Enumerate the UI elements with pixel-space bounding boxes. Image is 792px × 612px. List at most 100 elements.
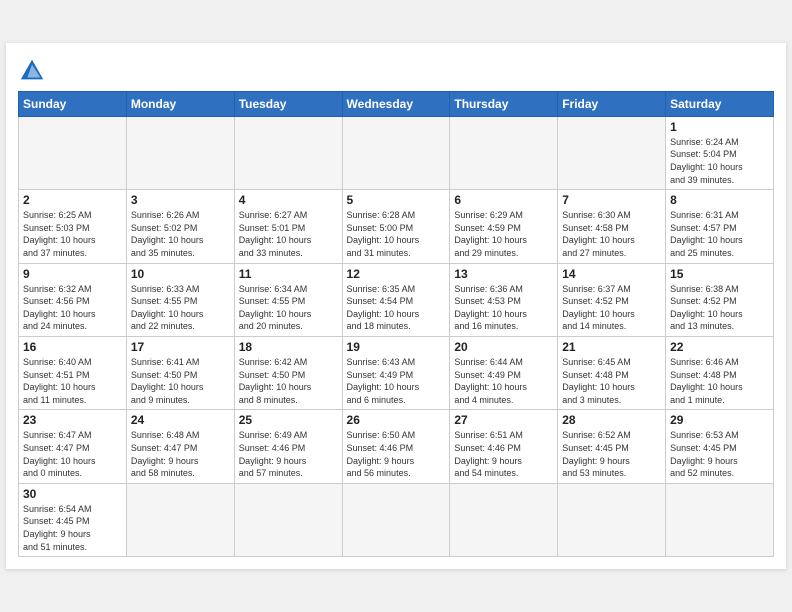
calendar-cell: [126, 483, 234, 556]
calendar-cell: 18 Sunrise: 6:42 AM Sunset: 4:50 PM Dayli…: [234, 337, 342, 410]
day-info: Sunrise: 6:24 AM Sunset: 5:04 PM Dayligh…: [670, 136, 769, 186]
day-number: 26: [347, 413, 446, 427]
day-number: 15: [670, 267, 769, 281]
logo: [18, 53, 50, 85]
day-info: Sunrise: 6:47 AM Sunset: 4:47 PM Dayligh…: [23, 429, 122, 479]
calendar-cell: [234, 483, 342, 556]
calendar-cell: 10 Sunrise: 6:33 AM Sunset: 4:55 PM Dayli…: [126, 263, 234, 336]
day-info: Sunrise: 6:32 AM Sunset: 4:56 PM Dayligh…: [23, 283, 122, 333]
calendar-cell: 15 Sunrise: 6:38 AM Sunset: 4:52 PM Dayli…: [666, 263, 774, 336]
calendar-cell: 23Sunrise: 6:47 AM Sunset: 4:47 PM Dayli…: [19, 410, 127, 483]
calendar-cell: 28 Sunrise: 6:52 AM Sunset: 4:45 PM Dayli…: [558, 410, 666, 483]
day-info: Sunrise: 6:53 AM Sunset: 4:45 PM Dayligh…: [670, 429, 769, 479]
calendar-cell: 21 Sunrise: 6:45 AM Sunset: 4:48 PM Dayli…: [558, 337, 666, 410]
calendar-cell: [666, 483, 774, 556]
calendar-week-row: 1 Sunrise: 6:24 AM Sunset: 5:04 PM Daylig…: [19, 116, 774, 189]
day-number: 24: [131, 413, 230, 427]
day-number: 19: [347, 340, 446, 354]
day-info: Sunrise: 6:33 AM Sunset: 4:55 PM Dayligh…: [131, 283, 230, 333]
day-info: Sunrise: 6:26 AM Sunset: 5:02 PM Dayligh…: [131, 209, 230, 259]
calendar-week-row: 16 Sunrise: 6:40 AM Sunset: 4:51 PM Dayli…: [19, 337, 774, 410]
day-info: Sunrise: 6:38 AM Sunset: 4:52 PM Dayligh…: [670, 283, 769, 333]
day-info: Sunrise: 6:42 AM Sunset: 4:50 PM Dayligh…: [239, 356, 338, 406]
calendar-header: [18, 53, 774, 85]
calendar-week-row: 23Sunrise: 6:47 AM Sunset: 4:47 PM Dayli…: [19, 410, 774, 483]
day-number: 5: [347, 193, 446, 207]
day-info: Sunrise: 6:52 AM Sunset: 4:45 PM Dayligh…: [562, 429, 661, 479]
calendar-cell: 22Sunrise: 6:46 AM Sunset: 4:48 PM Dayli…: [666, 337, 774, 410]
day-number: 10: [131, 267, 230, 281]
weekday-header-sunday: Sunday: [19, 91, 127, 116]
day-number: 30: [23, 487, 122, 501]
calendar-cell: 14 Sunrise: 6:37 AM Sunset: 4:52 PM Dayli…: [558, 263, 666, 336]
day-number: 22: [670, 340, 769, 354]
day-number: 27: [454, 413, 553, 427]
day-info: Sunrise: 6:40 AM Sunset: 4:51 PM Dayligh…: [23, 356, 122, 406]
calendar-cell: [234, 116, 342, 189]
calendar-cell: 5 Sunrise: 6:28 AM Sunset: 5:00 PM Daylig…: [342, 190, 450, 263]
day-info: Sunrise: 6:29 AM Sunset: 4:59 PM Dayligh…: [454, 209, 553, 259]
day-info: Sunrise: 6:31 AM Sunset: 4:57 PM Dayligh…: [670, 209, 769, 259]
day-number: 16: [23, 340, 122, 354]
calendar-cell: [558, 116, 666, 189]
day-number: 25: [239, 413, 338, 427]
calendar-cell: 27 Sunrise: 6:51 AM Sunset: 4:46 PM Dayli…: [450, 410, 558, 483]
weekday-header-thursday: Thursday: [450, 91, 558, 116]
calendar-cell: [342, 116, 450, 189]
calendar-cell: [450, 483, 558, 556]
calendar-body: 1 Sunrise: 6:24 AM Sunset: 5:04 PM Daylig…: [19, 116, 774, 556]
calendar-cell: 12 Sunrise: 6:35 AM Sunset: 4:54 PM Dayli…: [342, 263, 450, 336]
calendar-cell: 8Sunrise: 6:31 AM Sunset: 4:57 PM Daylig…: [666, 190, 774, 263]
weekday-header-friday: Friday: [558, 91, 666, 116]
day-number: 9: [23, 267, 122, 281]
day-number: 14: [562, 267, 661, 281]
day-info: Sunrise: 6:28 AM Sunset: 5:00 PM Dayligh…: [347, 209, 446, 259]
calendar-cell: 9 Sunrise: 6:32 AM Sunset: 4:56 PM Daylig…: [19, 263, 127, 336]
calendar-cell: [19, 116, 127, 189]
day-info: Sunrise: 6:27 AM Sunset: 5:01 PM Dayligh…: [239, 209, 338, 259]
day-info: Sunrise: 6:45 AM Sunset: 4:48 PM Dayligh…: [562, 356, 661, 406]
calendar-week-row: 2 Sunrise: 6:25 AM Sunset: 5:03 PM Daylig…: [19, 190, 774, 263]
day-number: 12: [347, 267, 446, 281]
day-number: 28: [562, 413, 661, 427]
calendar-cell: [450, 116, 558, 189]
day-info: Sunrise: 6:49 AM Sunset: 4:46 PM Dayligh…: [239, 429, 338, 479]
calendar-cell: 29Sunrise: 6:53 AM Sunset: 4:45 PM Dayli…: [666, 410, 774, 483]
day-info: Sunrise: 6:51 AM Sunset: 4:46 PM Dayligh…: [454, 429, 553, 479]
day-number: 18: [239, 340, 338, 354]
calendar-cell: 4 Sunrise: 6:27 AM Sunset: 5:01 PM Daylig…: [234, 190, 342, 263]
calendar-cell: 17 Sunrise: 6:41 AM Sunset: 4:50 PM Dayli…: [126, 337, 234, 410]
weekday-row: SundayMondayTuesdayWednesdayThursdayFrid…: [19, 91, 774, 116]
day-info: Sunrise: 6:48 AM Sunset: 4:47 PM Dayligh…: [131, 429, 230, 479]
day-number: 4: [239, 193, 338, 207]
weekday-header-tuesday: Tuesday: [234, 91, 342, 116]
calendar-week-row: 9 Sunrise: 6:32 AM Sunset: 4:56 PM Daylig…: [19, 263, 774, 336]
day-info: Sunrise: 6:43 AM Sunset: 4:49 PM Dayligh…: [347, 356, 446, 406]
day-info: Sunrise: 6:35 AM Sunset: 4:54 PM Dayligh…: [347, 283, 446, 333]
day-number: 13: [454, 267, 553, 281]
calendar-cell: 19 Sunrise: 6:43 AM Sunset: 4:49 PM Dayli…: [342, 337, 450, 410]
day-number: 21: [562, 340, 661, 354]
day-info: Sunrise: 6:50 AM Sunset: 4:46 PM Dayligh…: [347, 429, 446, 479]
day-info: Sunrise: 6:44 AM Sunset: 4:49 PM Dayligh…: [454, 356, 553, 406]
weekday-header-wednesday: Wednesday: [342, 91, 450, 116]
calendar-cell: 25 Sunrise: 6:49 AM Sunset: 4:46 PM Dayli…: [234, 410, 342, 483]
day-number: 3: [131, 193, 230, 207]
calendar-cell: [558, 483, 666, 556]
calendar-cell: 2 Sunrise: 6:25 AM Sunset: 5:03 PM Daylig…: [19, 190, 127, 263]
day-info: Sunrise: 6:37 AM Sunset: 4:52 PM Dayligh…: [562, 283, 661, 333]
calendar-cell: 7Sunrise: 6:30 AM Sunset: 4:58 PM Daylig…: [558, 190, 666, 263]
day-number: 11: [239, 267, 338, 281]
day-info: Sunrise: 6:25 AM Sunset: 5:03 PM Dayligh…: [23, 209, 122, 259]
day-number: 20: [454, 340, 553, 354]
calendar-cell: 11 Sunrise: 6:34 AM Sunset: 4:55 PM Dayli…: [234, 263, 342, 336]
day-info: Sunrise: 6:30 AM Sunset: 4:58 PM Dayligh…: [562, 209, 661, 259]
day-info: Sunrise: 6:54 AM Sunset: 4:45 PM Dayligh…: [23, 503, 122, 553]
logo-icon: [18, 57, 46, 85]
day-info: Sunrise: 6:41 AM Sunset: 4:50 PM Dayligh…: [131, 356, 230, 406]
weekday-header-saturday: Saturday: [666, 91, 774, 116]
day-info: Sunrise: 6:34 AM Sunset: 4:55 PM Dayligh…: [239, 283, 338, 333]
day-number: 1: [670, 120, 769, 134]
day-number: 2: [23, 193, 122, 207]
day-number: 17: [131, 340, 230, 354]
